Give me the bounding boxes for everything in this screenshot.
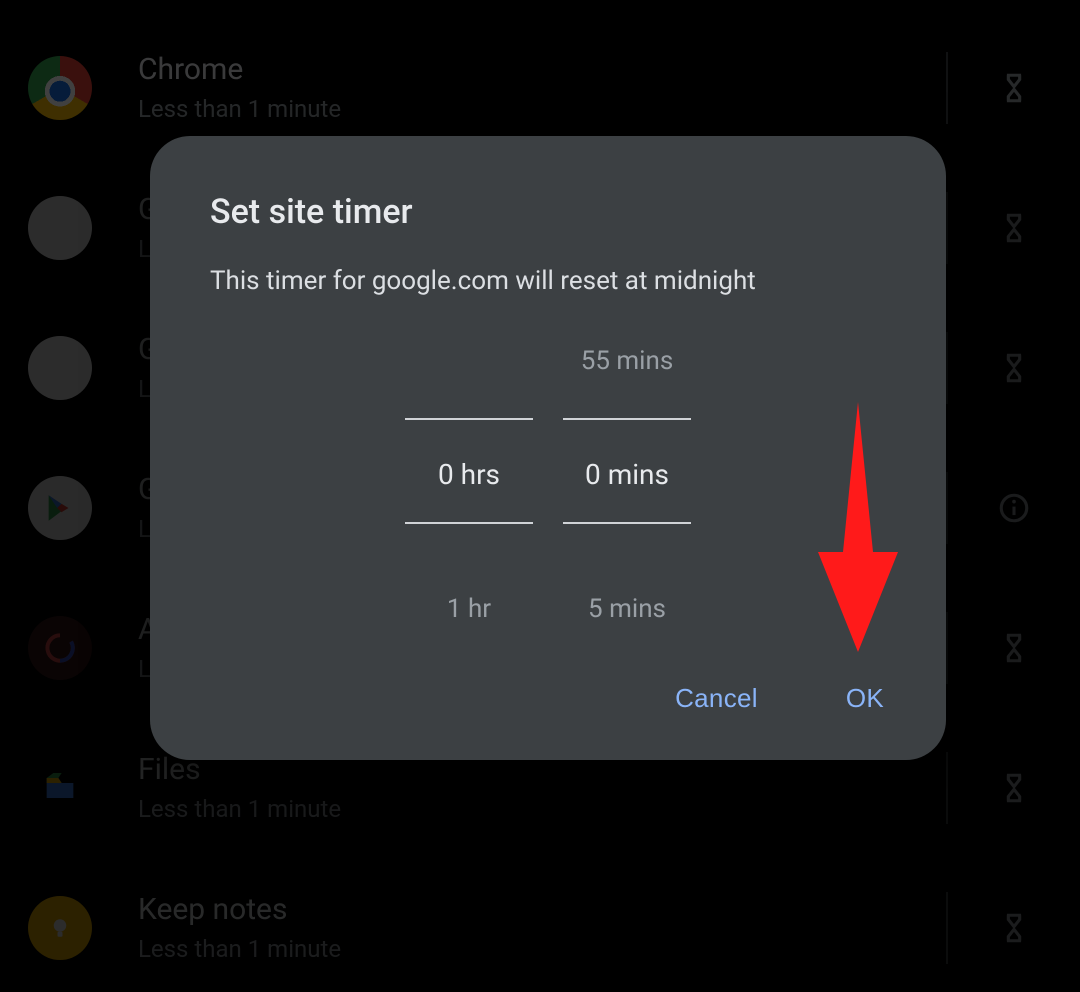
picker-divider [405, 522, 533, 524]
hours-next-value: 1 hr [399, 594, 539, 624]
minutes-picker[interactable]: 55 mins 0 mins 5 mins [557, 354, 697, 614]
minutes-next-value: 5 mins [557, 594, 697, 624]
dialog-message: This timer for google.com will reset at … [210, 264, 886, 298]
dialog-title: Set site timer [210, 192, 886, 232]
picker-divider [405, 418, 533, 420]
hours-current-value: 0 hrs [399, 458, 539, 491]
picker-divider [563, 418, 691, 420]
minutes-current-value: 0 mins [557, 458, 697, 491]
minutes-prev-value: 55 mins [557, 346, 697, 376]
dialog-actions: Cancel OK [661, 673, 898, 724]
set-site-timer-dialog: Set site timer This timer for google.com… [150, 136, 946, 760]
time-picker: 0 hrs 1 hr 55 mins 0 mins 5 mins [150, 354, 946, 614]
hours-picker[interactable]: 0 hrs 1 hr [399, 354, 539, 614]
ok-button[interactable]: OK [832, 673, 898, 724]
picker-divider [563, 522, 691, 524]
cancel-button[interactable]: Cancel [661, 673, 772, 724]
